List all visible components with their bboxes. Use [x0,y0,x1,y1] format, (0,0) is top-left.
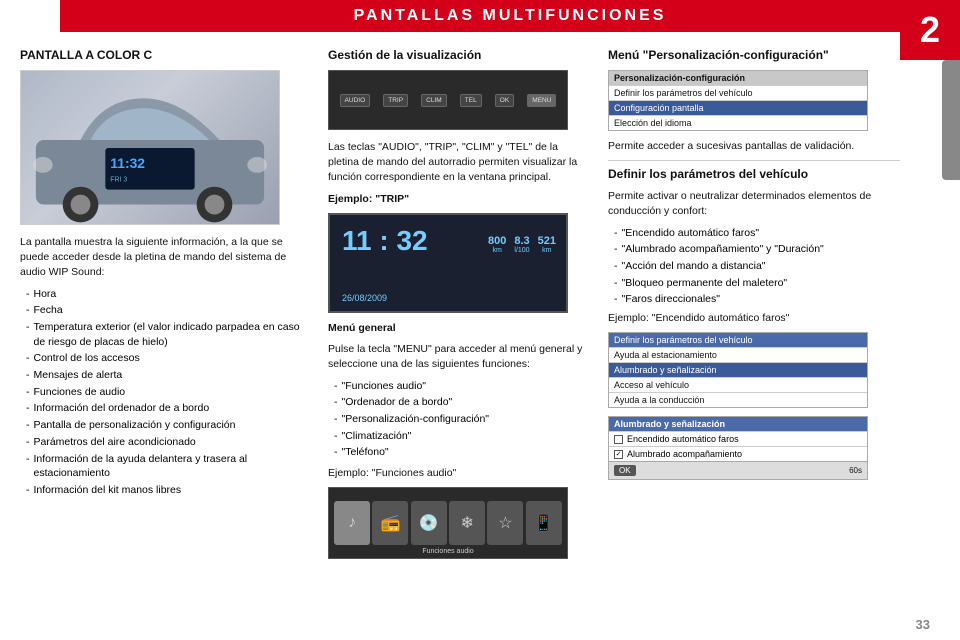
svg-text:11:32: 11:32 [110,155,145,171]
col2-body1: Las teclas "AUDIO", "TRIP", "CLIM" y "TE… [328,140,590,186]
alumbrado-header: Alumbrado y señalización [609,417,867,431]
define-list-item: -"Encendido automático faros" [608,226,900,241]
right-tab [942,60,960,180]
define-list-item: -"Faros direccionales" [608,292,900,307]
menu-list-item: -"Teléfono" [328,445,590,460]
define-rows: Ayuda al estacionamientoAlumbrado y seña… [609,347,867,407]
list-item: -Información del ordenador de a bordo [20,401,310,416]
trip-time-display: 11 : 32 [342,225,428,257]
column-3: Menú "Personalización-configuración" Per… [600,48,900,630]
ctrl-btn-audio[interactable]: AUDIO [340,94,371,107]
ctrl-btn-menu[interactable]: MENU [527,94,556,107]
list-item: -Fecha [20,303,310,318]
define-list-item: -"Alumbrado acompañamiento" y "Duración" [608,242,900,257]
config-rows: Definir los parámetros del vehículoConfi… [609,85,867,130]
config-row: Elección del idioma [609,115,867,130]
col1-list: -Hora-Fecha -Temperatura exterior (el val… [20,287,310,498]
alumbrado-box: Alumbrado y señalización Encendido autom… [608,416,868,480]
func-icon: ☆ [487,501,523,545]
time-indicator: 60s [849,466,862,475]
menu-list-item: -"Ordenador de a bordo" [328,395,590,410]
config-box: Personalización-configuración Definir lo… [608,70,868,131]
define-box-row: Alumbrado y señalización [609,362,867,377]
define-box-row: Ayuda a la conducción [609,392,867,407]
funciones-label: Funciones audio [422,548,473,555]
trip-screen: 11 : 32 26/08/2009 800km 8.3l/100 521km [328,213,568,313]
col3-body3: Permite activar o neutralizar determinad… [608,189,900,219]
col3-example3: Ejemplo: "Encendido automático faros" [608,311,900,326]
config-row: Configuración pantalla [609,100,867,115]
car-image: 11:32 FRI 3 [20,70,280,225]
config-row: Definir los parámetros del vehículo [609,85,867,100]
car-svg: 11:32 FRI 3 [21,70,279,225]
list-item: -Parámetros del aire acondicionado [20,435,310,450]
section-title-1: PANTALLA A COLOR C [20,48,310,62]
ctrl-btn-tel[interactable]: TEL [460,94,482,107]
alumbrado-row: ✓ Alumbrado acompañamiento [609,446,867,461]
section-title-4: Definir los parámetros del vehículo [608,167,900,181]
col3-define-list: -"Encendido automático faros"-"Alumbrado… [608,226,900,307]
col3-body2: Permite acceder a sucesivas pantallas de… [608,139,900,154]
list-item: -Control de los accesos [20,351,310,366]
col2-menu-list: -"Funciones audio"-"Ordenador de a bordo… [328,379,590,460]
page-header: PANTALLAS MULTIFUNCIONES [60,0,960,32]
list-item: -Pantalla de personalización y configura… [20,418,310,433]
column-2: Gestión de la visualización AUDIO TRIP CLI… [320,48,590,630]
alumbrado-label: Encendido automático faros [627,434,739,444]
define-box-header: Definir los parámetros del vehículo [609,333,867,347]
list-item: -Mensajes de alerta [20,368,310,383]
define-list-item: -"Acción del mando a distancia" [608,259,900,274]
control-panel-image: AUDIO TRIP CLIM TEL OK MENU [328,70,568,130]
trip-date-display: 26/08/2009 [342,293,387,303]
alumbrado-label: Alumbrado acompañamiento [627,449,742,459]
col2-example2: Ejemplo: "Funciones audio" [328,466,590,481]
col2-menu-body: Pulse la tecla "MENU" para acceder al me… [328,342,590,372]
define-box: Definir los parámetros del vehículo Ayud… [608,332,868,408]
func-icon: 📱 [526,501,562,545]
stat-block: 8.3l/100 [514,235,529,254]
divider-1 [608,160,900,161]
alumbrado-footer: OK 60s [609,461,867,479]
list-item: -Información de la ayuda delantera y tra… [20,452,310,481]
trip-stats: 800km 8.3l/100 521km [488,235,556,254]
list-item: -Hora [20,287,310,302]
col1-intro: La pantalla muestra la siguiente informa… [20,235,310,281]
col2-menu-title: Menú general [328,321,590,336]
menu-title-text: Menú general [328,322,396,334]
ctrl-btn-ok[interactable]: OK [495,94,514,107]
ctrl-btn-clim[interactable]: CLIM [421,94,447,107]
column-1: PANTALLA A COLOR C [20,48,310,630]
func-icon: 📻 [372,501,408,545]
car-image-inner: 11:32 FRI 3 [21,71,279,224]
menu-list-item: -"Funciones audio" [328,379,590,394]
page-number: 33 [916,617,930,632]
section-title-3: Menú "Personalización-configuración" [608,48,900,62]
list-item: -Funciones de audio [20,385,310,400]
checkbox[interactable] [614,435,623,444]
funciones-audio-image: ♪📻💿❄☆📱 Funciones audio [328,487,568,559]
func-icon: ❄ [449,501,485,545]
ctrl-btn-trip[interactable]: TRIP [383,94,408,107]
checkbox[interactable]: ✓ [614,450,623,459]
section-title-2: Gestión de la visualización [328,48,590,62]
func-icon: 💿 [411,501,447,545]
list-item: -Información del kit manos libres [20,483,310,498]
ok-button[interactable]: OK [614,465,636,476]
define-list-item: -"Bloqueo permanente del maletero" [608,276,900,291]
header-title: PANTALLAS MULTIFUNCIONES [354,7,667,25]
list-item: -Temperatura exterior (el valor indicado… [20,320,310,349]
main-content: PANTALLA A COLOR C [0,32,940,640]
svg-text:FRI 3: FRI 3 [110,177,127,184]
menu-list-item: -"Personalización-configuración" [328,412,590,427]
config-box-header: Personalización-configuración [609,71,867,85]
col2-example1: Ejemplo: "TRIP" [328,192,590,207]
stat-block: 521km [538,235,556,254]
alumbrado-rows: Encendido automático faros ✓ Alumbrado aco… [609,431,867,461]
define-box-row: Acceso al vehículo [609,377,867,392]
stat-block: 800km [488,235,506,254]
menu-list-item: -"Climatización" [328,429,590,444]
define-box-row: Ayuda al estacionamiento [609,347,867,362]
func-icon: ♪ [334,501,370,545]
alumbrado-row: Encendido automático faros [609,431,867,446]
